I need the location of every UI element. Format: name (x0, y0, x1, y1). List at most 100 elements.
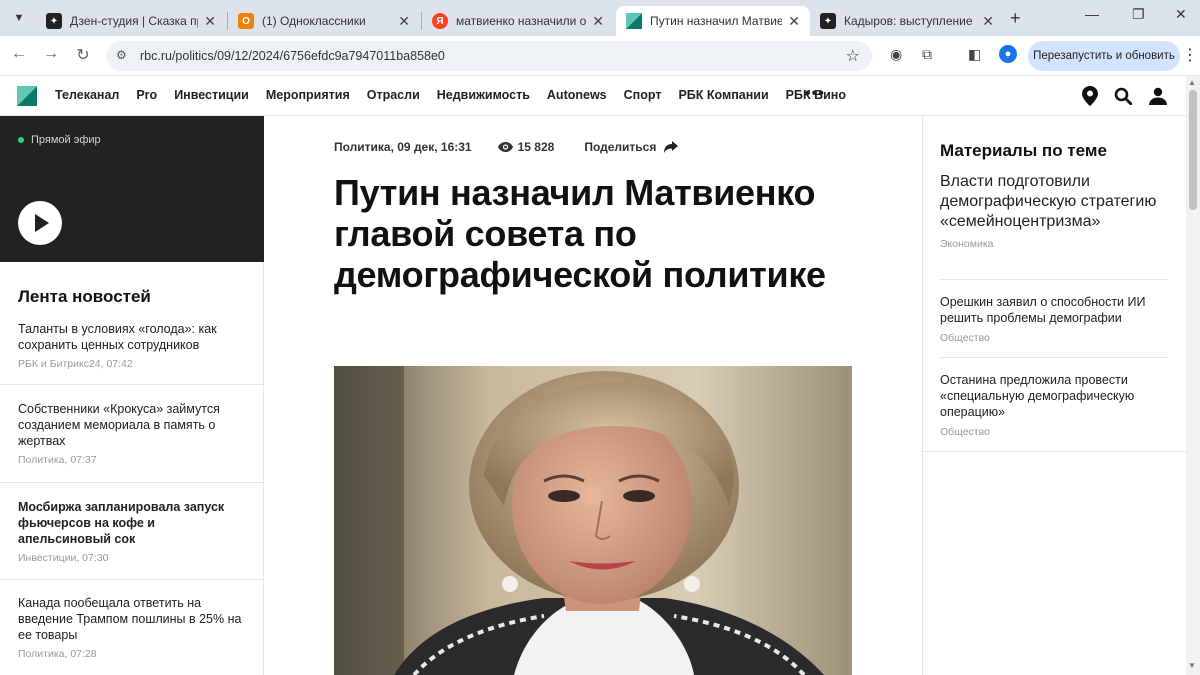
extensions-puzzle-icon[interactable]: ⧉ (922, 46, 932, 63)
browser-tab-dzen-studio[interactable]: ✦ Дзен-студия | Сказка про р ✕ (36, 6, 226, 36)
maximize-icon[interactable]: ❐ (1132, 6, 1145, 23)
yandex-favicon-icon: Я (432, 13, 448, 29)
back-arrow-icon[interactable]: ← (8, 45, 30, 63)
article-meta: Политика, 09 дек, 16:31 15 828 Поделитьс… (334, 140, 679, 154)
feed-item-headline[interactable]: Таланты в условиях «голода»: как сохрани… (18, 321, 245, 353)
minimize-icon[interactable]: — (1085, 6, 1099, 22)
feed-item-headline[interactable]: Мосбиржа запланировала запуск фьючерсов … (18, 499, 245, 547)
rbc-favicon-icon (626, 13, 642, 29)
feed-item-headline[interactable]: Собственники «Крокуса» займутся создание… (18, 401, 245, 449)
live-label-text: Прямой эфир (31, 134, 101, 146)
share-label: Поделиться (584, 140, 657, 154)
related-materials: Материалы по теме Власти подготовили дем… (922, 116, 1187, 675)
tab-close-icon[interactable]: ✕ (788, 13, 800, 30)
article-views-count: 15 828 (517, 140, 555, 154)
address-bar[interactable]: ⚙ rbc.ru/politics/09/12/2024/6756efdc9a7… (106, 41, 872, 71)
new-tab-plus-icon[interactable]: + (1010, 8, 1021, 29)
tab-title: Путин назначил Матвиенко (650, 14, 783, 28)
article-photo (334, 366, 852, 675)
article-photo-image (334, 366, 852, 675)
related-item-category: Общество (940, 332, 990, 344)
article-views: 15 828 (497, 140, 555, 154)
play-button-icon[interactable] (18, 201, 62, 245)
nav-link-otrasli[interactable]: Отрасли (367, 88, 420, 102)
dzen-favicon-icon: ✦ (820, 13, 836, 29)
site-nav-links: Телеканал Pro Инвестиции Мероприятия Отр… (55, 88, 863, 102)
news-feed-title: Лента новостей (18, 287, 151, 306)
browser-tab-rbc-active[interactable]: Путин назначил Матвиенко ✕ (616, 6, 810, 36)
live-stream-player[interactable]: Прямой эфир (0, 116, 264, 262)
tab-close-icon[interactable]: ✕ (398, 13, 410, 30)
tab-title: (1) Одноклассники (262, 14, 366, 28)
address-url[interactable]: rbc.ru/politics/09/12/2024/6756efdc9a794… (140, 49, 445, 63)
tab-title: матвиенко назначили отве (456, 14, 587, 28)
related-item[interactable]: Останина предложила провести «специальну… (940, 372, 1168, 438)
feed-item[interactable]: Мосбиржа запланировала запуск фьючерсов … (0, 499, 263, 580)
related-item[interactable]: Орешкин заявил о способности ИИ решить п… (940, 294, 1168, 344)
feed-item-meta: Политика, 07:28 (18, 648, 97, 660)
feed-item-meta: Инвестиции, 07:30 (18, 552, 109, 564)
profile-avatar-icon[interactable]: ● (999, 45, 1017, 63)
feed-item[interactable]: Собственники «Крокуса» займутся создание… (0, 401, 263, 483)
article-rubric-time[interactable]: Политика, 09 дек, 16:31 (334, 140, 472, 154)
relaunch-update-button[interactable]: Перезапустить и обновить (1028, 41, 1180, 71)
nav-link-meropriyatiya[interactable]: Мероприятия (266, 88, 350, 102)
reload-icon[interactable]: ↻ (72, 45, 94, 65)
browser-toolbar: ← → ↻ ⚙ rbc.ru/politics/09/12/2024/6756e… (0, 36, 1200, 76)
nav-link-investicii[interactable]: Инвестиции (174, 88, 249, 102)
nav-link-nedvizhimost[interactable]: Недвижимость (437, 88, 530, 102)
live-label: Прямой эфир (18, 134, 101, 146)
bookmark-star-icon[interactable]: ☆ (846, 46, 860, 66)
nav-link-pro[interactable]: Pro (136, 88, 157, 102)
nav-link-telekanal[interactable]: Телеканал (55, 88, 119, 102)
rbc-logo-icon[interactable] (17, 86, 37, 106)
forward-arrow-icon[interactable]: → (40, 45, 62, 63)
related-item-headline[interactable]: Останина предложила провести «специальну… (940, 372, 1168, 420)
side-panel-icon[interactable]: ◧ (968, 46, 981, 63)
related-item[interactable]: Власти подготовили демографическую страт… (940, 172, 1168, 250)
scroll-down-arrow-icon[interactable]: ▼ (1188, 661, 1196, 670)
related-item-headline[interactable]: Власти подготовили демографическую страт… (940, 172, 1168, 232)
search-icon[interactable] (1114, 87, 1132, 105)
scroll-up-arrow-icon[interactable]: ▲ (1188, 78, 1196, 87)
tab-title: Кадыров: выступление Пут (844, 14, 976, 28)
browser-tab-yandex[interactable]: Я матвиенко назначили отве ✕ (422, 6, 614, 36)
nav-link-rbc-kompanii[interactable]: РБК Компании (678, 88, 768, 102)
live-indicator-dot-icon (18, 137, 24, 143)
scrollbar-thumb[interactable] (1189, 90, 1197, 210)
page-scrollbar[interactable]: ▲ ▼ (1186, 76, 1200, 675)
divider (923, 451, 1187, 452)
browser-tab-kadyrov[interactable]: ✦ Кадыров: выступление Пут ✕ (810, 6, 1004, 36)
nav-link-autonews[interactable]: Autonews (547, 88, 607, 102)
tab-search-chevron-icon[interactable]: ▼ (8, 7, 30, 29)
nav-link-sport[interactable]: Спорт (624, 88, 662, 102)
ok-favicon-icon: О (238, 13, 254, 29)
feed-item[interactable]: Таланты в условиях «голода»: как сохрани… (0, 321, 263, 385)
share-arrow-icon (664, 141, 679, 153)
news-feed: Лента новостей Таланты в условиях «голод… (0, 262, 264, 675)
divider (940, 357, 1168, 358)
site-header-nav: Телеканал Pro Инвестиции Мероприятия Отр… (0, 76, 1186, 116)
browser-menu-kebab-icon[interactable]: ⋮ (1182, 45, 1198, 65)
tab-close-icon[interactable]: ✕ (982, 13, 994, 30)
feed-item-headline[interactable]: Канада пообещала ответить на введение Тр… (18, 595, 245, 643)
google-lens-icon[interactable]: ◉ (890, 46, 902, 63)
user-profile-icon[interactable] (1149, 87, 1167, 105)
tab-close-icon[interactable]: ✕ (592, 13, 604, 30)
window-close-icon[interactable]: ✕ (1175, 6, 1187, 23)
related-item-headline[interactable]: Орешкин заявил о способности ИИ решить п… (940, 294, 1168, 326)
nav-more-dots-icon[interactable]: ••• (805, 85, 825, 103)
feed-item[interactable]: Канада пообещала ответить на введение Тр… (0, 595, 263, 675)
feed-item-meta: Политика, 07:37 (18, 454, 97, 466)
browser-tab-strip: ▼ ✦ Дзен-студия | Сказка про р ✕ О (1) О… (0, 0, 1200, 36)
site-settings-icon[interactable]: ⚙ (116, 48, 127, 62)
related-item-category: Общество (940, 426, 990, 438)
location-pin-icon[interactable] (1082, 86, 1098, 106)
share-button[interactable]: Поделиться (584, 140, 679, 154)
tab-close-icon[interactable]: ✕ (204, 13, 216, 30)
browser-tab-odnoklassniki[interactable]: О (1) Одноклассники ✕ (228, 6, 420, 36)
dzen-favicon-icon: ✦ (46, 13, 62, 29)
tab-title: Дзен-студия | Сказка про р (70, 14, 198, 28)
related-title: Материалы по теме (940, 141, 1107, 160)
feed-item-meta: РБК и Битрикс24, 07:42 (18, 358, 133, 370)
